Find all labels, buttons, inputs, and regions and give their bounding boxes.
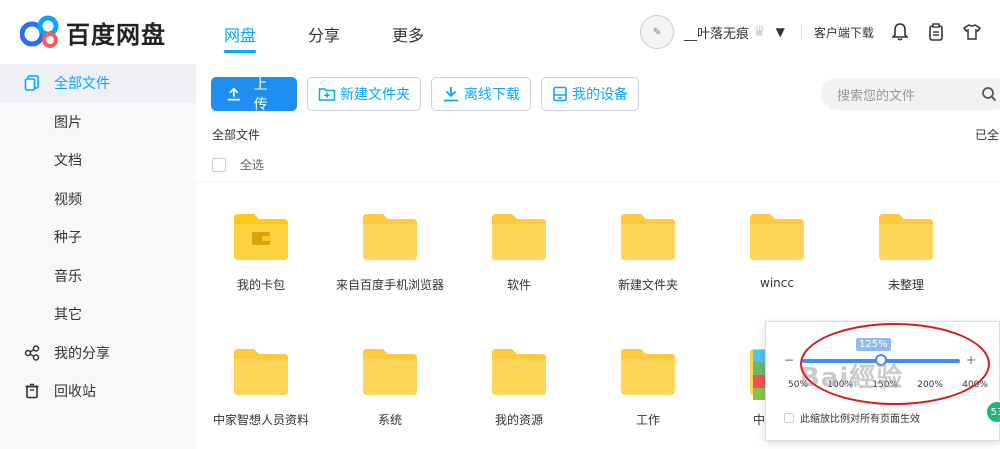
loaded-status: 已全	[975, 128, 1000, 142]
download-icon	[444, 87, 458, 102]
upload-label: 上传	[253, 77, 268, 113]
search-input[interactable]: 搜索您的文件	[821, 78, 1000, 110]
file-item[interactable]: wincc	[712, 212, 842, 290]
file-item[interactable]: 新建文件夹	[583, 212, 713, 293]
sidebar-item-label: 视频	[54, 191, 82, 208]
sidebar-item-all-files[interactable]: 全部文件	[0, 64, 196, 103]
sidebar: 全部文件 图片 文档 视频 种子 音乐 其它 我的分享 回收站	[0, 64, 196, 449]
file-item[interactable]: 中家智想人员资料	[196, 347, 326, 428]
sidebar-item-label: 回收站	[54, 384, 96, 401]
file-name: 我的资源	[494, 413, 543, 427]
sidebar-item-music[interactable]: 音乐	[0, 257, 196, 296]
select-all[interactable]: 全选	[212, 156, 264, 173]
search-placeholder: 搜索您的文件	[837, 88, 916, 104]
file-name: 中家智想人员资料	[212, 413, 309, 427]
sidebar-item-label: 我的分享	[54, 345, 110, 362]
file-name: wincc	[760, 276, 794, 290]
baidu-netdisk-logo-icon	[20, 15, 59, 48]
wallet-folder-icon	[234, 214, 288, 260]
sidebar-item-label: 其它	[54, 307, 82, 324]
sidebar-item-videos[interactable]: 视频	[0, 180, 196, 219]
toolbar: 上传 新建文件夹 离线下载 我的设备	[211, 77, 649, 113]
offline-download-label: 离线下载	[464, 87, 520, 103]
file-name: 我的卡包	[236, 278, 285, 292]
sidebar-item-my-shares[interactable]: 我的分享	[0, 334, 196, 373]
file-item[interactable]: 未整理	[841, 212, 971, 293]
upload-button[interactable]: 上传	[211, 77, 297, 113]
folder-icon	[363, 349, 417, 395]
upload-icon	[227, 87, 240, 101]
file-item[interactable]: 软件	[454, 212, 584, 293]
file-name: 未整理	[887, 278, 924, 292]
file-name: 系统	[377, 413, 402, 427]
bell-icon[interactable]	[890, 22, 910, 42]
clipboard-icon[interactable]	[926, 22, 946, 42]
user-area: ✎ __叶落无痕 ♛ ▼ 客户端下载	[640, 14, 982, 50]
client-download-link[interactable]: 客户端下载	[814, 24, 874, 41]
sidebar-item-documents[interactable]: 文档	[0, 141, 196, 180]
sidebar-item-label: 图片	[54, 114, 82, 131]
divider	[196, 182, 1000, 183]
apply-all-label: 此缩放比例对所有页面生效	[800, 414, 920, 425]
shirt-icon[interactable]	[962, 22, 982, 42]
folder-icon	[492, 214, 546, 260]
my-devices-button[interactable]: 我的设备	[541, 77, 639, 111]
new-folder-button[interactable]: 新建文件夹	[307, 77, 421, 111]
folder-plus-icon	[318, 88, 336, 101]
logo[interactable]: 百度网盘	[20, 14, 166, 50]
apply-all-option[interactable]: 此缩放比例对所有页面生效	[784, 410, 920, 425]
avatar[interactable]: ✎	[640, 15, 674, 49]
folder-icon	[750, 214, 804, 260]
new-folder-label: 新建文件夹	[340, 87, 410, 103]
tab-share[interactable]: 分享	[308, 0, 340, 64]
file-name: 来自百度手机浏览器	[335, 278, 444, 292]
chevron-down-icon[interactable]: ▼	[776, 25, 785, 39]
crown-icon: ♛	[753, 24, 766, 40]
apply-all-checkbox[interactable]	[784, 412, 794, 423]
sidebar-item-images[interactable]: 图片	[0, 103, 196, 142]
sidebar-item-label: 音乐	[54, 268, 82, 285]
file-item[interactable]: 我的卡包	[196, 212, 326, 293]
thumbnail-strip	[753, 350, 765, 400]
search-icon[interactable]	[981, 86, 997, 106]
breadcrumb[interactable]: 全部文件	[212, 126, 260, 143]
main-nav: 网盘 分享 更多	[224, 0, 476, 64]
top-bar: 百度网盘 网盘 分享 更多 ✎ __叶落无痕 ♛ ▼ 客户端下载	[0, 0, 1000, 64]
file-item[interactable]: 我的资源	[454, 347, 584, 428]
sidebar-item-label: 种子	[54, 230, 82, 247]
sidebar-item-torrents[interactable]: 种子	[0, 218, 196, 257]
file-name: 工作	[635, 413, 660, 427]
select-all-label: 全选	[240, 158, 265, 172]
annotation-circle	[800, 323, 990, 405]
share-icon	[24, 345, 44, 361]
folder-icon	[363, 214, 417, 260]
folder-icon	[879, 214, 933, 260]
tab-netdisk[interactable]: 网盘	[224, 0, 257, 64]
sidebar-item-label: 文档	[54, 153, 82, 170]
my-devices-label: 我的设备	[572, 87, 628, 103]
sidebar-item-recycle-bin[interactable]: 回收站	[0, 372, 196, 411]
offline-download-button[interactable]: 离线下载	[431, 77, 531, 111]
sidebar-item-other[interactable]: 其它	[0, 295, 196, 334]
trash-icon	[24, 383, 44, 399]
tab-more[interactable]: 更多	[392, 0, 424, 64]
file-item[interactable]: 系统	[325, 347, 455, 428]
files-icon	[24, 75, 44, 92]
username[interactable]: __叶落无痕	[684, 23, 749, 42]
sidebar-item-label: 全部文件	[54, 76, 110, 93]
select-all-checkbox[interactable]	[212, 157, 226, 172]
device-icon	[553, 86, 567, 102]
folder-icon	[621, 214, 675, 260]
folder-icon	[621, 349, 675, 395]
zoom-out-button[interactable]: −	[784, 353, 794, 367]
divider	[800, 25, 802, 39]
file-item[interactable]: 工作	[583, 347, 713, 428]
file-item[interactable]: 来自百度手机浏览器	[325, 212, 455, 293]
folder-icon	[234, 349, 288, 395]
file-name: 软件	[506, 278, 531, 292]
logo-text: 百度网盘	[66, 20, 166, 49]
folder-icon	[492, 349, 546, 395]
file-name: 新建文件夹	[617, 278, 678, 292]
